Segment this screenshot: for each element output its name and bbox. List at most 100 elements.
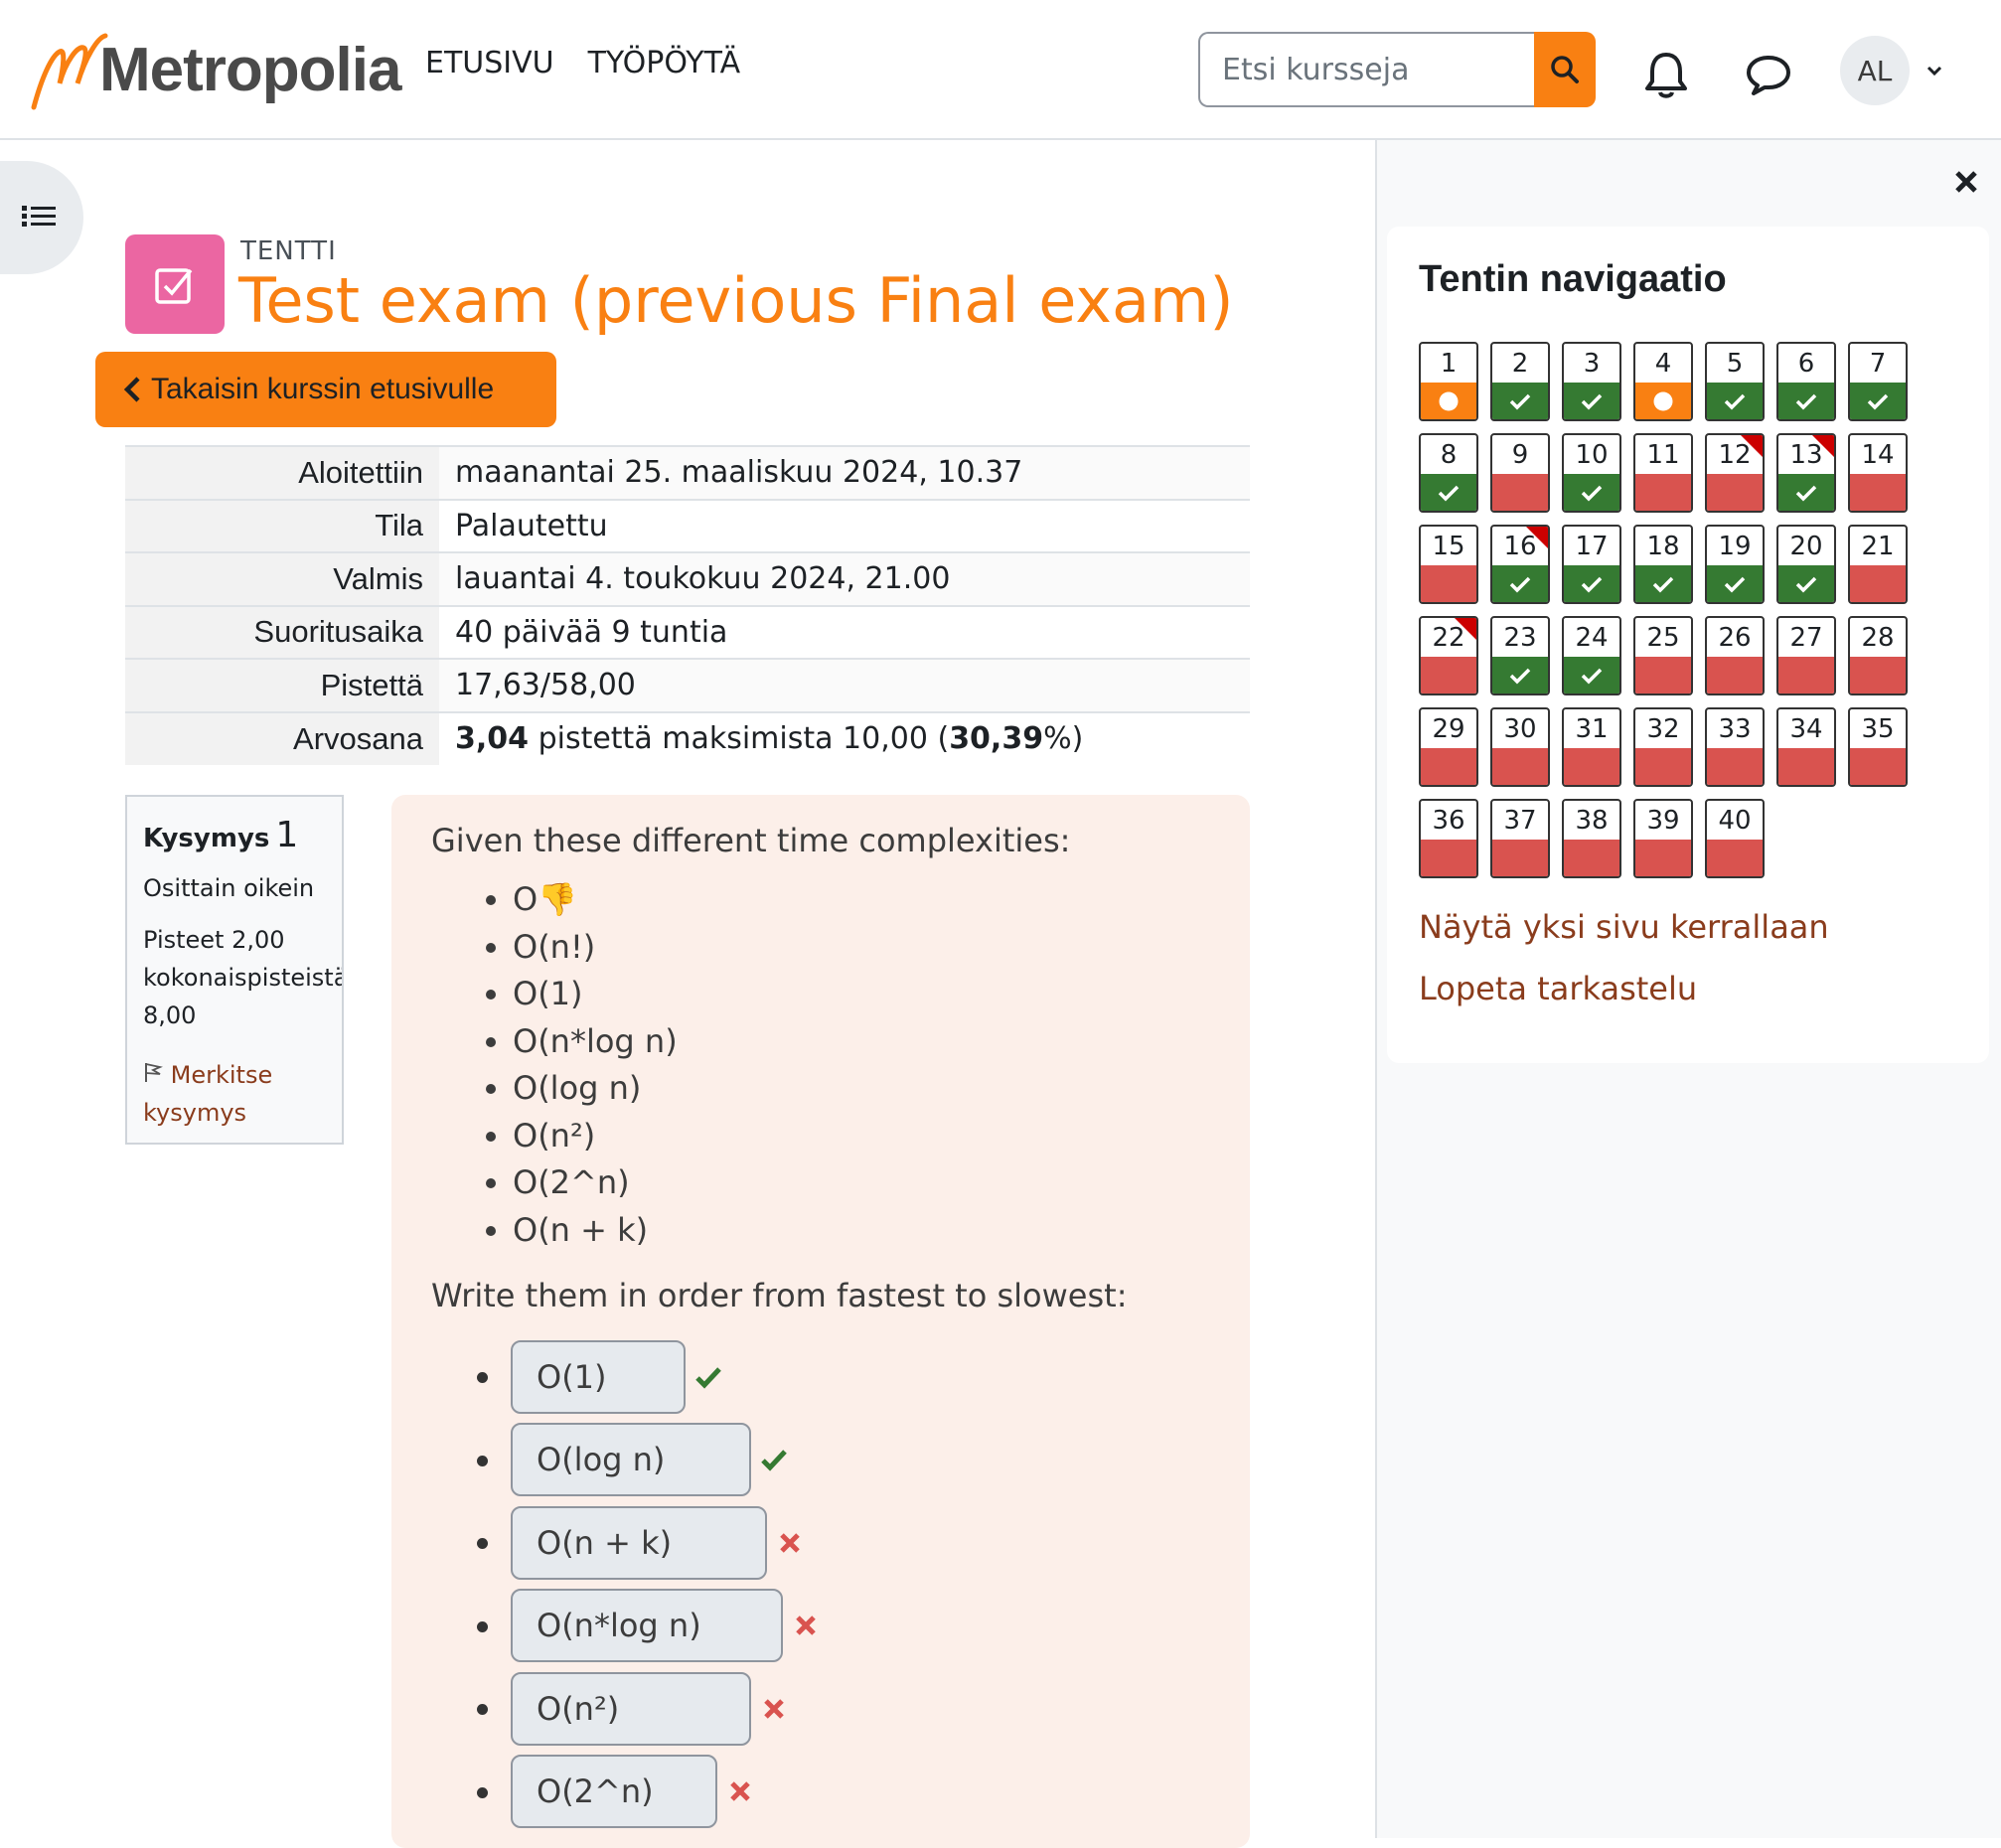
question-nav-status-correct	[1778, 565, 1834, 602]
course-index-toggle[interactable]	[0, 161, 83, 274]
question-nav-status-wrong	[1850, 565, 1906, 602]
list-item: O👎	[513, 876, 1210, 924]
flagged-corner-icon	[1455, 618, 1476, 640]
show-one-page-link[interactable]: Näytä yksi sivu kerrallaan	[1419, 908, 1829, 946]
question-nav-button-20[interactable]: 20	[1776, 525, 1836, 604]
question-nav-button-25[interactable]: 25	[1633, 616, 1693, 695]
question-nav-status-correct	[1707, 565, 1763, 602]
question-nav-button-38[interactable]: 38	[1562, 799, 1621, 878]
page-title: Test exam (previous Final exam)	[238, 264, 1234, 337]
question-nav-status-correct	[1564, 383, 1619, 419]
check-icon	[761, 1450, 787, 1471]
question-intro: Given these different time complexities:	[431, 822, 1071, 859]
check-icon	[1581, 393, 1603, 409]
question-nav-button-39[interactable]: 39	[1633, 799, 1693, 878]
answer-box: O(1)	[511, 1339, 686, 1414]
question-nav-status-correct	[1492, 657, 1548, 693]
question-nav-button-24[interactable]: 24	[1562, 616, 1621, 695]
flagged-corner-icon	[1812, 435, 1834, 457]
question-nav-button-12[interactable]: 12	[1705, 433, 1765, 513]
question-nav-status-wrong	[1778, 748, 1834, 785]
question-nav-status-correct	[1635, 565, 1691, 602]
back-to-course-button[interactable]: Takaisin kurssin etusivulle	[95, 352, 556, 427]
question-nav-number: 9	[1511, 440, 1529, 470]
answer-box: O(2^n)	[511, 1755, 717, 1829]
user-avatar[interactable]: AL	[1840, 36, 1910, 105]
question-nav-button-31[interactable]: 31	[1562, 707, 1621, 787]
question-nav-button-17[interactable]: 17	[1562, 525, 1621, 604]
flag-question-link[interactable]: Merkitse kysymys	[143, 1056, 326, 1132]
question-nav-button-22[interactable]: 22	[1419, 616, 1478, 695]
question-nav-number: 20	[1789, 532, 1823, 561]
messages-chat-icon[interactable]	[1745, 52, 1792, 97]
question-nav-button-21[interactable]: 21	[1848, 525, 1908, 604]
question-nav-button-29[interactable]: 29	[1419, 707, 1478, 787]
question-nav-button-3[interactable]: 3	[1562, 342, 1621, 421]
question-nav-number: 5	[1726, 349, 1744, 379]
question-nav-button-8[interactable]: 8	[1419, 433, 1478, 513]
question-nav-status-wrong	[1635, 840, 1691, 876]
question-number: Kysymys 1	[143, 815, 326, 855]
check-icon	[1867, 393, 1889, 409]
question-nav-button-19[interactable]: 19	[1705, 525, 1765, 604]
summary-value: 40 päivää 9 tuntia	[439, 604, 1250, 659]
question-nav-button-27[interactable]: 27	[1776, 616, 1836, 695]
check-icon	[1724, 576, 1746, 592]
flag-label: Merkitse	[170, 1061, 273, 1089]
question-nav-button-32[interactable]: 32	[1633, 707, 1693, 787]
question-nav-status-wrong	[1707, 840, 1763, 876]
question-nav-button-7[interactable]: 7	[1848, 342, 1908, 421]
question-nav-button-5[interactable]: 5	[1705, 342, 1765, 421]
question-nav-button-28[interactable]: 28	[1848, 616, 1908, 695]
chevron-down-icon[interactable]	[1924, 60, 1945, 81]
search-button[interactable]	[1534, 32, 1596, 107]
answer-item: O(n*log n)	[477, 1585, 1210, 1668]
question-nav-number: 4	[1654, 349, 1672, 379]
question-state: Osittain oikein	[143, 874, 315, 902]
question-nav-button-26[interactable]: 26	[1705, 616, 1765, 695]
grade-percent: 30,39	[949, 721, 1044, 757]
question-nav-button-13[interactable]: 13	[1776, 433, 1836, 513]
question-nav-button-9[interactable]: 9	[1490, 433, 1550, 513]
list-item: O(1)	[513, 971, 1210, 1018]
question-nav-button-1[interactable]: 1	[1419, 342, 1478, 421]
question-nav-button-4[interactable]: 4	[1633, 342, 1693, 421]
question-nav-button-18[interactable]: 18	[1633, 525, 1693, 604]
primary-navigation: ETUSIVU TYÖPÖYTÄ	[425, 46, 740, 80]
question-nav-button-36[interactable]: 36	[1419, 799, 1478, 878]
answer-item: O(log n)	[477, 1419, 1210, 1502]
question-points: Pisteet 2,00 kokonaispisteistä 8,00	[143, 921, 342, 1034]
question-nav-button-37[interactable]: 37	[1490, 799, 1550, 878]
question-nav-button-15[interactable]: 15	[1419, 525, 1478, 604]
check-icon	[1509, 393, 1531, 409]
question-nav-button-35[interactable]: 35	[1848, 707, 1908, 787]
question-nav-status-wrong	[1635, 657, 1691, 693]
search-input[interactable]	[1198, 32, 1534, 107]
list-item: O(2^n)	[513, 1159, 1210, 1207]
question-nav-button-33[interactable]: 33	[1705, 707, 1765, 787]
question-nav-status-wrong	[1850, 657, 1906, 693]
question-nav-button-10[interactable]: 10	[1562, 433, 1621, 513]
question-nav-button-40[interactable]: 40	[1705, 799, 1765, 878]
check-icon	[1724, 393, 1746, 409]
question-prompt: Write them in order from fastest to slow…	[431, 1277, 1128, 1314]
nav-home-link[interactable]: ETUSIVU	[425, 46, 554, 80]
question-nav-status-wrong	[1421, 748, 1476, 785]
question-nav-number: 40	[1718, 806, 1752, 836]
question-nav-button-6[interactable]: 6	[1776, 342, 1836, 421]
question-nav-button-23[interactable]: 23	[1490, 616, 1550, 695]
question-nav-button-2[interactable]: 2	[1490, 342, 1550, 421]
site-logo[interactable]: Metropolia	[30, 28, 401, 111]
notifications-bell-icon[interactable]	[1642, 50, 1690, 99]
summary-row: Suoritusaika 40 päivää 9 tuntia	[125, 604, 1250, 659]
question-nav-button-30[interactable]: 30	[1490, 707, 1550, 787]
question-nav-button-16[interactable]: 16	[1490, 525, 1550, 604]
summary-label: Arvosana	[125, 710, 439, 765]
back-button-label: Takaisin kurssin etusivulle	[151, 373, 495, 405]
nav-dashboard-link[interactable]: TYÖPÖYTÄ	[588, 46, 741, 80]
question-nav-button-11[interactable]: 11	[1633, 433, 1693, 513]
question-nav-button-14[interactable]: 14	[1848, 433, 1908, 513]
question-nav-button-34[interactable]: 34	[1776, 707, 1836, 787]
finish-review-link[interactable]: Lopeta tarkastelu	[1419, 970, 1697, 1007]
close-icon[interactable]	[1951, 167, 1981, 197]
